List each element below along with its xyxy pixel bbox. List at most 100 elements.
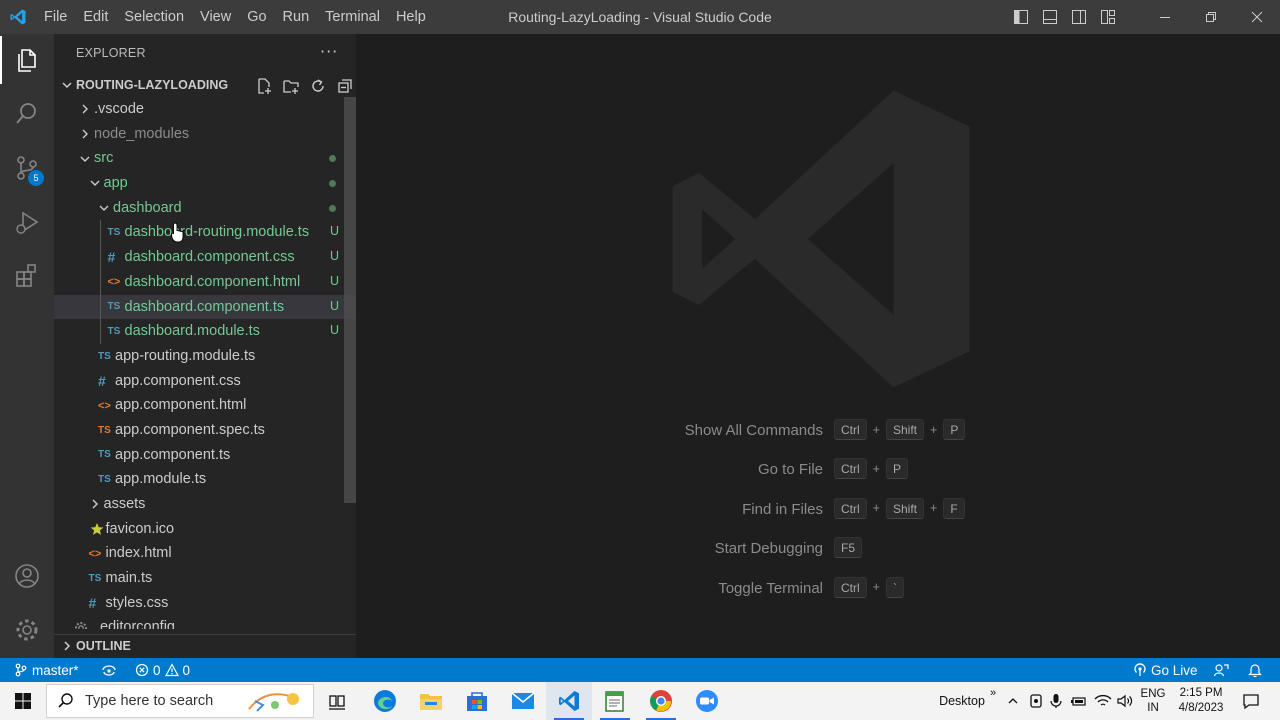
css-file-icon: # [107, 249, 116, 266]
minimize-icon[interactable] [1142, 0, 1188, 34]
tree-file[interactable]: favicon.ico [54, 517, 356, 542]
refresh-icon[interactable] [304, 76, 331, 96]
tree-file[interactable]: <> app.component.html [54, 393, 356, 418]
outline-section-header[interactable]: OUTLINE [54, 634, 356, 658]
mouse-cursor-icon [171, 222, 184, 243]
mail-icon[interactable] [500, 682, 546, 720]
tree-item-name: dashboard.component.css [124, 249, 295, 266]
tree-folder[interactable]: app [54, 171, 356, 196]
warning-count: 0 [182, 662, 191, 678]
menu-run[interactable]: Run [275, 0, 318, 34]
tree-file[interactable]: TS app.module.ts [54, 467, 356, 492]
tree-file[interactable]: TS app.component.ts [54, 443, 356, 468]
editor-area[interactable]: Show All Commands Ctrl + Shift + P Go to File C… [356, 34, 1280, 658]
show-hidden-icons-icon[interactable] [1004, 682, 1022, 720]
tree-file[interactable]: TS dashboard-routing.module.ts U [54, 220, 356, 246]
restore-icon[interactable] [1188, 0, 1234, 34]
collapse-all-icon[interactable] [331, 76, 358, 96]
tree-file[interactable]: TS app-routing.module.ts [54, 344, 356, 369]
menu-help[interactable]: Help [388, 0, 434, 34]
go-live-button[interactable]: Go Live [1133, 658, 1198, 682]
shortcut-hint: Start Debugging F5 [356, 536, 1280, 560]
problems-indicator[interactable]: 0 0 [135, 658, 190, 682]
file-explorer-icon[interactable] [408, 682, 454, 720]
shortcut-keys: Ctrl + Shift + F [834, 497, 965, 519]
customize-layout-icon[interactable] [1093, 0, 1122, 34]
toolbar-chevron[interactable]: » [986, 674, 1000, 712]
search-icon[interactable] [0, 90, 54, 138]
tree-file[interactable]: # app.component.css [54, 369, 356, 394]
accounts-icon[interactable] [0, 552, 54, 600]
tree-folder[interactable]: .vscode [54, 97, 356, 122]
sidebar-scrollbar[interactable] [344, 97, 356, 503]
desktop-toolbar[interactable]: Desktop [936, 682, 988, 720]
new-file-icon[interactable] [250, 76, 277, 96]
error-icon [135, 663, 149, 677]
close-icon[interactable] [1234, 0, 1280, 34]
notifications-bell-icon[interactable] [1247, 658, 1263, 682]
tree-file[interactable]: TS dashboard.component.ts U [54, 294, 356, 320]
tree-folder[interactable]: assets [54, 492, 356, 517]
zoom-icon[interactable] [684, 682, 730, 720]
feedback-icon[interactable] [1213, 658, 1229, 682]
key-separator: + [872, 501, 880, 516]
menu-go[interactable]: Go [239, 0, 274, 34]
shortcut-hint: Find in Files Ctrl + Shift + F [356, 497, 1280, 521]
microsoft-store-icon[interactable] [454, 682, 500, 720]
explorer-icon[interactable] [0, 36, 54, 84]
task-view-icon[interactable] [320, 682, 354, 720]
tree-file[interactable]: TS dashboard.module.ts U [54, 319, 356, 344]
tree-folder[interactable]: node_modules [54, 122, 356, 147]
tree-file[interactable]: .editorconfig [54, 615, 356, 629]
windows-start-icon[interactable] [0, 682, 46, 720]
new-folder-icon[interactable] [277, 76, 304, 96]
action-center-icon[interactable] [1236, 682, 1266, 720]
workspace-section-header[interactable]: ROUTING-LAZYLOADING [54, 74, 356, 96]
edge-browser-icon[interactable] [362, 682, 408, 720]
toggle-secondary-sidebar-icon[interactable] [1064, 0, 1093, 34]
language-indicator[interactable]: ENG IN [1138, 682, 1168, 720]
microphone-icon[interactable] [1046, 682, 1066, 720]
key-separator: + [872, 580, 880, 595]
notepad-icon[interactable] [592, 682, 638, 720]
tree-file[interactable]: # dashboard.component.css U [54, 245, 356, 270]
source-control-icon[interactable]: 5 [0, 144, 54, 192]
manage-gear-icon[interactable] [0, 606, 54, 654]
system-tray-app-icon[interactable] [1026, 682, 1046, 720]
indent-guide [100, 220, 101, 246]
menu-file[interactable]: File [36, 0, 75, 34]
toggle-primary-sidebar-icon[interactable] [1006, 0, 1035, 34]
more-actions-icon[interactable]: ··· [320, 42, 338, 61]
toggle-panel-icon[interactable] [1035, 0, 1064, 34]
menu-edit[interactable]: Edit [75, 0, 116, 34]
run-debug-icon[interactable] [0, 198, 54, 246]
tree-file[interactable]: TS main.ts [54, 566, 356, 591]
extensions-icon[interactable] [0, 252, 54, 300]
menu-selection[interactable]: Selection [116, 0, 192, 34]
branch-indicator[interactable]: master* [14, 658, 79, 682]
shortcut-label: Start Debugging [714, 540, 823, 558]
taskbar-search-input[interactable]: Type here to search [46, 684, 314, 718]
tree-item-name: dashboard-routing.module.ts [124, 224, 310, 241]
source-control-badge: 5 [28, 170, 44, 186]
tree-file[interactable]: <> dashboard.component.html U [54, 269, 356, 295]
wifi-icon[interactable] [1092, 682, 1114, 720]
sync-icon[interactable] [101, 658, 117, 682]
activity-bar: 5 [0, 34, 54, 658]
battery-icon[interactable] [1068, 682, 1090, 720]
tree-folder[interactable]: dashboard [54, 196, 356, 221]
tree-folder[interactable]: src [54, 146, 356, 171]
menu-view[interactable]: View [192, 0, 239, 34]
shortcut-hint: Show All Commands Ctrl + Shift + P [356, 418, 1280, 442]
chrome-icon[interactable] [638, 682, 684, 720]
tree-file[interactable]: TS app.component.spec.ts [54, 418, 356, 443]
menu-terminal[interactable]: Terminal [317, 0, 388, 34]
volume-icon[interactable] [1114, 682, 1136, 720]
git-status-badge: U [330, 323, 340, 338]
tree-file[interactable]: # styles.css [54, 591, 356, 616]
clock[interactable]: 2:15 PM 4/8/2023 [1172, 682, 1230, 720]
explorer-title: EXPLORER [76, 46, 146, 60]
vscode-taskbar-icon[interactable] [546, 682, 592, 720]
indent-guide [100, 269, 101, 295]
tree-file[interactable]: <> index.html [54, 541, 356, 566]
